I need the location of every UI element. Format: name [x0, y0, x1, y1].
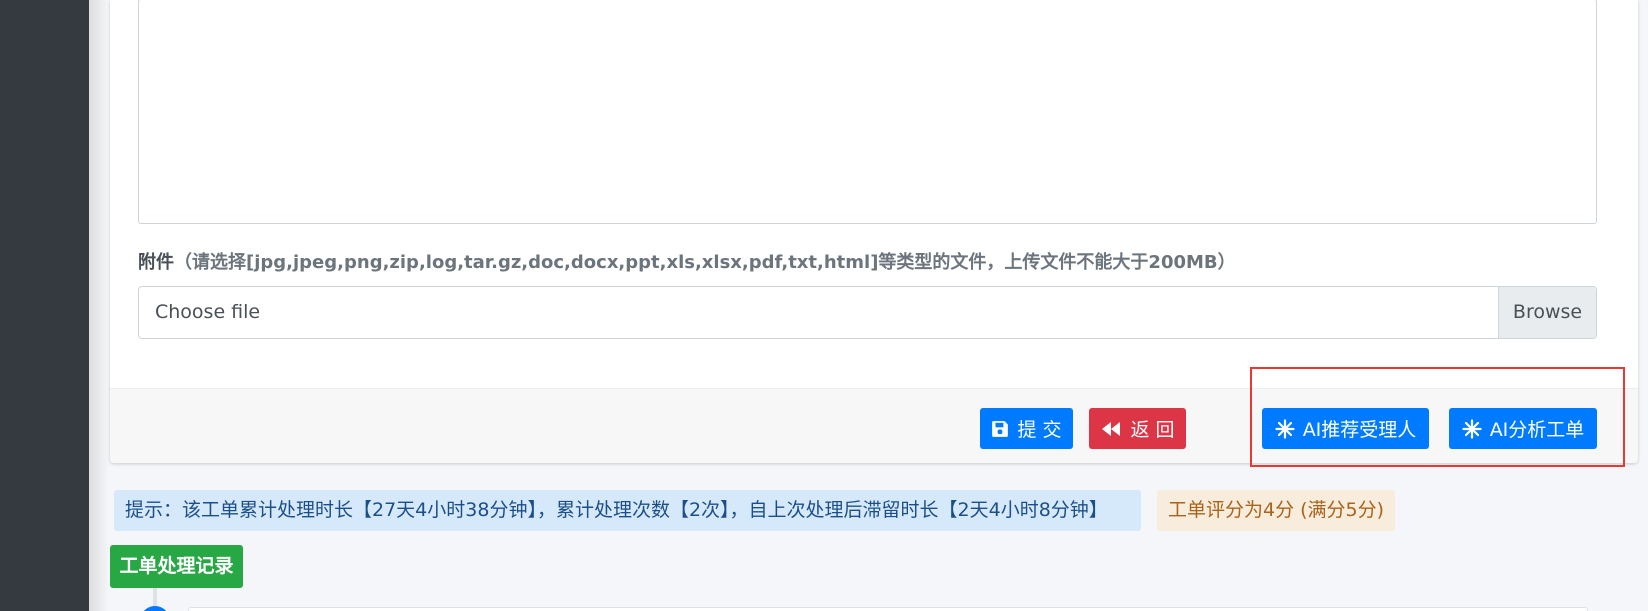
sidebar [0, 0, 89, 611]
sidebar-shadow [89, 0, 109, 611]
back-label: 返 回 [1130, 419, 1175, 441]
browse-button[interactable]: Browse [1498, 287, 1596, 338]
attachment-label-text: 附件 [138, 252, 174, 273]
timeline-item [188, 607, 1588, 611]
timeline-title: 工单处理记录 [110, 545, 243, 588]
file-input-placeholder[interactable]: Choose file [139, 287, 1498, 338]
ticket-rating-badge: 工单评分为4分 (满分5分) [1157, 490, 1395, 531]
attachment-label: 附件（请选择[jpg,jpeg,png,zip,log,tar.gz,doc,d… [138, 248, 1236, 274]
submit-label: 提 交 [1017, 419, 1062, 441]
timeline-dot [140, 606, 170, 611]
save-icon [991, 420, 1009, 438]
file-input[interactable]: Choose file Browse [138, 286, 1597, 339]
submit-button[interactable]: 提 交 [980, 408, 1073, 449]
back-button[interactable]: 返 回 [1089, 408, 1186, 449]
attachment-hint: （请选择[jpg,jpeg,png,zip,log,tar.gz,doc,doc… [174, 252, 1236, 273]
highlight-box [1250, 367, 1625, 467]
backward-icon [1100, 420, 1122, 438]
processing-duration-alert: 提示：该工单累计处理时长【27天4小时38分钟】，累计处理次数【2次】，自上次处… [114, 490, 1141, 531]
description-textarea[interactable] [138, 0, 1597, 224]
